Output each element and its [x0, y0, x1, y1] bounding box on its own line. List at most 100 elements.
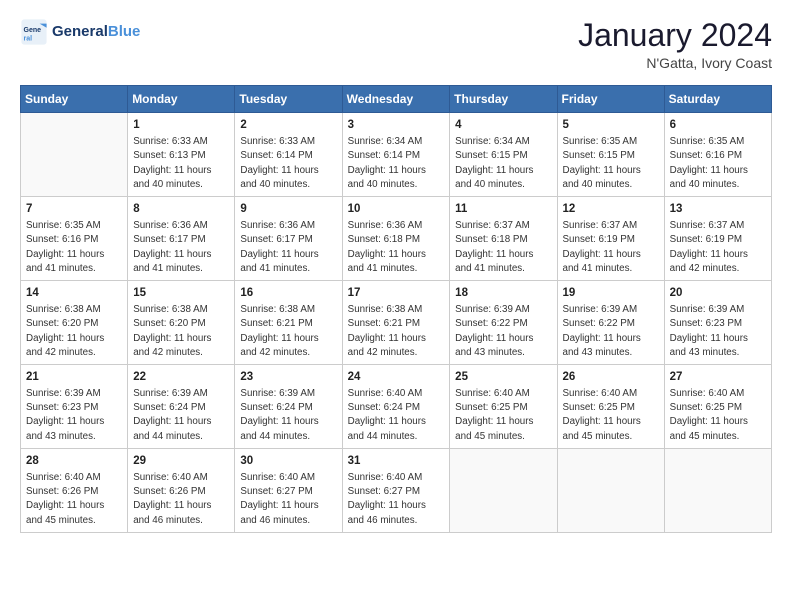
calendar-cell: 2 Sunrise: 6:33 AM Sunset: 6:14 PM Daylig… [235, 113, 342, 197]
day-detail: Sunrise: 6:36 AM Sunset: 6:17 PM Dayligh… [240, 219, 336, 276]
day-detail: Sunrise: 6:39 AM Sunset: 6:22 PM Dayligh… [455, 303, 551, 360]
day-detail: Sunrise: 6:38 AM Sunset: 6:20 PM Dayligh… [26, 303, 122, 360]
svg-text:Gene: Gene [24, 27, 42, 34]
day-number: 6 [670, 117, 766, 133]
calendar-cell: 21 Sunrise: 6:39 AM Sunset: 6:23 PM Dayli… [21, 364, 128, 448]
logo-text-block: GeneralBlue [52, 24, 140, 41]
calendar-week-row-4: 21 Sunrise: 6:39 AM Sunset: 6:23 PM Dayli… [21, 364, 772, 448]
day-number: 11 [455, 201, 551, 217]
day-detail: Sunrise: 6:40 AM Sunset: 6:25 PM Dayligh… [670, 387, 766, 444]
calendar-cell: 30 Sunrise: 6:40 AM Sunset: 6:27 PM Dayli… [235, 448, 342, 532]
day-detail: Sunrise: 6:34 AM Sunset: 6:14 PM Dayligh… [348, 135, 445, 192]
calendar-cell: 4Sunrise: 6:34 AM Sunset: 6:15 PM Daylig… [450, 113, 557, 197]
title-block: January 2024 N'Gatta, Ivory Coast [578, 18, 772, 71]
calendar-week-row-1: 1Sunrise: 6:33 AM Sunset: 6:13 PM Daylig… [21, 113, 772, 197]
day-number: 13 [670, 201, 766, 217]
day-number: 2 [240, 117, 336, 133]
day-detail: Sunrise: 6:33 AM Sunset: 6:14 PM Dayligh… [240, 135, 336, 192]
calendar-cell: 28 Sunrise: 6:40 AM Sunset: 6:26 PM Dayli… [21, 448, 128, 532]
location-label: N'Gatta, Ivory Coast [578, 55, 772, 71]
day-number: 16 [240, 285, 336, 301]
day-number: 1 [133, 117, 229, 133]
day-number: 24 [348, 369, 445, 385]
calendar-cell: 26Sunrise: 6:40 AM Sunset: 6:25 PM Dayli… [557, 364, 664, 448]
calendar-cell [450, 448, 557, 532]
day-detail: Sunrise: 6:37 AM Sunset: 6:19 PM Dayligh… [670, 219, 766, 276]
logo-blue: Blue [108, 23, 141, 40]
col-saturday: Saturday [664, 86, 771, 113]
day-number: 19 [563, 285, 659, 301]
day-number: 29 [133, 453, 229, 469]
day-detail: Sunrise: 6:39 AM Sunset: 6:23 PM Dayligh… [26, 387, 122, 444]
calendar-cell: 11 Sunrise: 6:37 AM Sunset: 6:18 PM Dayli… [450, 197, 557, 281]
calendar-cell: 12Sunrise: 6:37 AM Sunset: 6:19 PM Dayli… [557, 197, 664, 281]
day-number: 4 [455, 117, 551, 133]
day-number: 30 [240, 453, 336, 469]
col-tuesday: Tuesday [235, 86, 342, 113]
calendar-cell: 18Sunrise: 6:39 AM Sunset: 6:22 PM Dayli… [450, 281, 557, 365]
day-detail: Sunrise: 6:40 AM Sunset: 6:26 PM Dayligh… [26, 471, 122, 528]
day-detail: Sunrise: 6:35 AM Sunset: 6:16 PM Dayligh… [26, 219, 122, 276]
day-detail: Sunrise: 6:39 AM Sunset: 6:24 PM Dayligh… [133, 387, 229, 444]
day-detail: Sunrise: 6:39 AM Sunset: 6:23 PM Dayligh… [670, 303, 766, 360]
day-number: 26 [563, 369, 659, 385]
calendar-cell: 31 Sunrise: 6:40 AM Sunset: 6:27 PM Dayli… [342, 448, 450, 532]
day-number: 7 [26, 201, 122, 217]
logo-icon: Gene ral [20, 18, 48, 46]
calendar-cell: 10 Sunrise: 6:36 AM Sunset: 6:18 PM Dayli… [342, 197, 450, 281]
day-number: 5 [563, 117, 659, 133]
day-detail: Sunrise: 6:35 AM Sunset: 6:16 PM Dayligh… [670, 135, 766, 192]
day-number: 23 [240, 369, 336, 385]
calendar-cell: 20 Sunrise: 6:39 AM Sunset: 6:23 PM Dayli… [664, 281, 771, 365]
day-detail: Sunrise: 6:35 AM Sunset: 6:15 PM Dayligh… [563, 135, 659, 192]
calendar-cell: 25Sunrise: 6:40 AM Sunset: 6:25 PM Dayli… [450, 364, 557, 448]
svg-text:ral: ral [24, 35, 33, 42]
day-number: 21 [26, 369, 122, 385]
day-detail: Sunrise: 6:39 AM Sunset: 6:24 PM Dayligh… [240, 387, 336, 444]
calendar-table: Sunday Monday Tuesday Wednesday Thursday… [20, 85, 772, 533]
calendar-cell: 15 Sunrise: 6:38 AM Sunset: 6:20 PM Dayli… [128, 281, 235, 365]
calendar-cell: 6 Sunrise: 6:35 AM Sunset: 6:16 PM Daylig… [664, 113, 771, 197]
calendar-cell: 14Sunrise: 6:38 AM Sunset: 6:20 PM Dayli… [21, 281, 128, 365]
logo-general: General [52, 23, 108, 40]
day-number: 20 [670, 285, 766, 301]
day-detail: Sunrise: 6:38 AM Sunset: 6:21 PM Dayligh… [240, 303, 336, 360]
day-detail: Sunrise: 6:40 AM Sunset: 6:27 PM Dayligh… [240, 471, 336, 528]
day-detail: Sunrise: 6:36 AM Sunset: 6:17 PM Dayligh… [133, 219, 229, 276]
day-detail: Sunrise: 6:40 AM Sunset: 6:24 PM Dayligh… [348, 387, 445, 444]
day-number: 9 [240, 201, 336, 217]
col-sunday: Sunday [21, 86, 128, 113]
day-detail: Sunrise: 6:37 AM Sunset: 6:18 PM Dayligh… [455, 219, 551, 276]
day-number: 8 [133, 201, 229, 217]
day-detail: Sunrise: 6:36 AM Sunset: 6:18 PM Dayligh… [348, 219, 445, 276]
calendar-cell: 17Sunrise: 6:38 AM Sunset: 6:21 PM Dayli… [342, 281, 450, 365]
day-number: 28 [26, 453, 122, 469]
day-number: 22 [133, 369, 229, 385]
day-detail: Sunrise: 6:40 AM Sunset: 6:26 PM Dayligh… [133, 471, 229, 528]
page-header: Gene ral GeneralBlue January 2024 N'Gatt… [20, 18, 772, 71]
calendar-cell: 9 Sunrise: 6:36 AM Sunset: 6:17 PM Daylig… [235, 197, 342, 281]
calendar-cell: 7 Sunrise: 6:35 AM Sunset: 6:16 PM Daylig… [21, 197, 128, 281]
calendar-cell: 19Sunrise: 6:39 AM Sunset: 6:22 PM Dayli… [557, 281, 664, 365]
day-detail: Sunrise: 6:40 AM Sunset: 6:27 PM Dayligh… [348, 471, 445, 528]
calendar-cell [664, 448, 771, 532]
calendar-cell: 1Sunrise: 6:33 AM Sunset: 6:13 PM Daylig… [128, 113, 235, 197]
day-number: 27 [670, 369, 766, 385]
day-number: 17 [348, 285, 445, 301]
calendar-cell: 27 Sunrise: 6:40 AM Sunset: 6:25 PM Dayli… [664, 364, 771, 448]
day-number: 10 [348, 201, 445, 217]
day-number: 15 [133, 285, 229, 301]
calendar-cell: 3Sunrise: 6:34 AM Sunset: 6:14 PM Daylig… [342, 113, 450, 197]
calendar-cell: 29 Sunrise: 6:40 AM Sunset: 6:26 PM Dayli… [128, 448, 235, 532]
calendar-cell: 22 Sunrise: 6:39 AM Sunset: 6:24 PM Dayli… [128, 364, 235, 448]
day-detail: Sunrise: 6:38 AM Sunset: 6:20 PM Dayligh… [133, 303, 229, 360]
calendar-cell [557, 448, 664, 532]
calendar-cell [21, 113, 128, 197]
page-container: Gene ral GeneralBlue January 2024 N'Gatt… [0, 0, 792, 543]
calendar-cell: 23 Sunrise: 6:39 AM Sunset: 6:24 PM Dayli… [235, 364, 342, 448]
calendar-week-row-2: 7 Sunrise: 6:35 AM Sunset: 6:16 PM Daylig… [21, 197, 772, 281]
day-number: 31 [348, 453, 445, 469]
month-year-title: January 2024 [578, 18, 772, 53]
col-monday: Monday [128, 86, 235, 113]
calendar-cell: 13 Sunrise: 6:37 AM Sunset: 6:19 PM Dayli… [664, 197, 771, 281]
